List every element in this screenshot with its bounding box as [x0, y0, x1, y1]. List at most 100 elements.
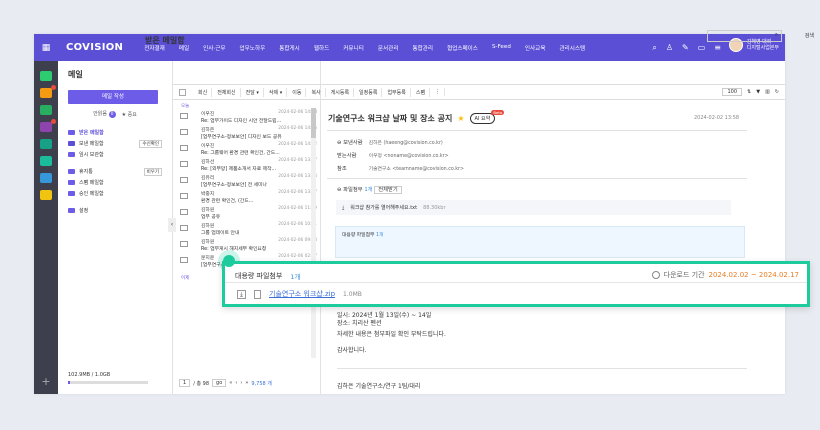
storage-usage: 102.9MB / 1.0GB: [68, 372, 148, 384]
mail-settings[interactable]: 설정: [58, 206, 172, 215]
page-size-select[interactable]: 100: [722, 88, 742, 96]
nav-item[interactable]: 문서관리: [371, 44, 406, 52]
list-scrollbar[interactable]: [311, 108, 316, 358]
main-nav: 전자결재 메일 인사·근무 업무노하우 통합게시 웹하드 커뮤니티 문서관리 통…: [137, 44, 592, 52]
folder-spam[interactable]: 스팸 메일함: [58, 178, 172, 187]
reply-button[interactable]: 회신: [194, 87, 213, 97]
pen-icon[interactable]: ✎: [682, 43, 689, 52]
task-button[interactable]: 업무등록: [383, 87, 411, 97]
forward-button[interactable]: 전달 ▾: [242, 87, 264, 97]
spam-button[interactable]: 스팸: [412, 87, 431, 97]
folder-inbox[interactable]: 받은 메일함: [58, 128, 172, 137]
nav-item[interactable]: 통합관리: [405, 44, 440, 52]
cc-row: 참조 기술연구소 <teamname@covision.co.kr>: [337, 166, 464, 172]
app-grid-icon[interactable]: ▦: [34, 43, 58, 53]
gear-icon: [68, 208, 75, 213]
mail-list-row[interactable]: 김하원 2024-02-06 11:09 업무 공유: [173, 205, 321, 221]
folder-approval[interactable]: 승인 메일함: [58, 189, 172, 198]
unread-count: 0: [108, 111, 116, 118]
bell-icon[interactable]: [40, 85, 56, 98]
cc-value: 기술연구소 <teamname@covision.co.kr>: [368, 167, 464, 172]
download-all-button[interactable]: 전체받기: [374, 186, 402, 194]
logo[interactable]: COVISION: [66, 42, 123, 53]
first-page-icon[interactable]: «: [229, 380, 232, 386]
mail-list-row[interactable]: 김하선 2024-02-06 13:57 Re: [외부망] 제품소개서 자료 제작…: [173, 157, 321, 173]
nav-item[interactable]: 업무노하우: [233, 44, 273, 52]
nav-item[interactable]: 인사·근무: [196, 44, 232, 52]
mail-list-row[interactable]: 박중지 2024-02-06 13:07 환경 관련 확인건, (간드...: [173, 189, 321, 205]
receiver-value: 이우정 <noname@covision.co.kr>: [368, 154, 449, 159]
user-icon[interactable]: ♙: [666, 43, 673, 52]
user-dept: 디지털사업본부: [746, 45, 779, 51]
move-button[interactable]: 이동: [288, 87, 307, 97]
more-button[interactable]: ⋮: [431, 88, 446, 96]
download-period: 2024.02.02 ~ 2024.02.17: [708, 271, 799, 279]
menu-icon[interactable]: ≡: [714, 43, 721, 52]
download-icon[interactable]: ⤓: [237, 289, 246, 299]
nav-item[interactable]: 관리시스템: [552, 44, 592, 52]
nav-item[interactable]: 통합게시: [272, 44, 307, 52]
layout-icon[interactable]: ▥: [765, 89, 770, 95]
nav-item[interactable]: S-Feed: [485, 44, 518, 52]
mail-app-icon[interactable]: [40, 71, 52, 81]
bulk-file-size: 1.0MB: [343, 290, 362, 298]
search-icon[interactable]: ⌕: [652, 43, 656, 53]
add-icon[interactable]: +: [34, 375, 58, 388]
next-page-icon[interactable]: ›: [240, 380, 242, 386]
envelope-icon: [180, 113, 188, 119]
mail-list-row[interactable]: 김하은 2024-02-06 14:05 [업무연구소-정보보안] 디자인 보드 공…: [173, 125, 321, 141]
schedule-button[interactable]: 일정등록: [355, 87, 383, 97]
write-mail-button[interactable]: 메일 작성: [68, 90, 158, 104]
nav-item[interactable]: 커뮤니티: [336, 44, 371, 52]
last-page-icon[interactable]: »: [245, 380, 248, 386]
row-subject: [업무연구소-정보보안] 전 세미나: [201, 183, 267, 188]
window-icon[interactable]: ▭: [698, 43, 706, 52]
search-option-select[interactable]: 검색: [805, 32, 814, 39]
mail-list-row[interactable]: 김유리 2024-02-06 13:24 [업무연구소-정보보안] 전 세미나: [173, 173, 321, 189]
signature: 김하은 기술연구소/연구 1팀/대리: [337, 383, 421, 390]
envelope-icon: [180, 209, 188, 215]
approval-app-icon[interactable]: [40, 119, 56, 132]
ai-summary-button[interactable]: AI 요약 Beta: [469, 110, 505, 124]
collapse-toggle[interactable]: ‹: [168, 218, 176, 232]
post-button[interactable]: 게시등록: [327, 87, 355, 97]
sort-icon[interactable]: ⇅: [747, 89, 751, 95]
nav-item[interactable]: 웹하드: [307, 44, 336, 52]
folder-sent[interactable]: 보낸 메일함 수신확인: [58, 139, 172, 148]
sidebar-title: 메일: [68, 70, 83, 79]
row-subject: 그룹 업데이트 안내: [201, 231, 240, 236]
unread-filter[interactable]: 안읽음 0: [93, 110, 116, 118]
row-sender: 김하원: [201, 224, 215, 229]
mail-list-row[interactable]: 이우진 2024-02-06 14:02 Re: 그룹웨어 환경 관련 확인건, 간…: [173, 141, 321, 157]
envelope-icon: [180, 129, 188, 135]
mail-list-row[interactable]: 김하원 2024-02-06 10:51 그룹 업데이트 안내: [173, 221, 321, 237]
attachment-item[interactable]: ⤓ 워크샵 참가를 열어해주세요.txt 88.30kbr: [336, 200, 731, 215]
delete-button[interactable]: 삭제 ▾: [265, 87, 288, 97]
receiver-row: 받는사람 이우정 <noname@covision.co.kr>: [337, 153, 449, 159]
star-icon[interactable]: ★: [457, 114, 464, 123]
mail-list-row[interactable]: 김하원 2024-02-06 09:28 Re: 업무게시 해지세부 확인요청: [173, 237, 321, 253]
prev-page-icon[interactable]: ‹: [235, 380, 237, 386]
calendar-app-icon[interactable]: [40, 190, 52, 200]
row-subject: Re: [외부망] 제품소개서 자료 제작...: [201, 167, 277, 172]
refresh-icon[interactable]: ↻: [775, 89, 779, 95]
page-input[interactable]: 1: [179, 379, 191, 387]
filter-icon[interactable]: ▼: [756, 89, 760, 95]
mail-list-row[interactable]: 이우진 2024-02-06 14:28 Re: 업무가이드 디자인 시안 전달드립…: [173, 109, 321, 125]
envelope-icon: [180, 145, 188, 151]
reply-all-button[interactable]: 전체회신: [213, 87, 241, 97]
nav-item[interactable]: 협업스페이스: [440, 44, 485, 52]
folder-drafts[interactable]: 임시 보관함: [58, 150, 172, 159]
copy-button[interactable]: 복사: [307, 87, 326, 97]
important-filter[interactable]: ★ 중요: [122, 111, 137, 118]
select-all-checkbox[interactable]: [179, 88, 186, 96]
nav-item[interactable]: 인사교육: [518, 44, 553, 52]
board-app-icon[interactable]: [40, 105, 52, 115]
people-app-icon[interactable]: [40, 173, 52, 183]
folder-trash[interactable]: 휴지통 비우기: [58, 167, 172, 176]
drive-app-icon[interactable]: [40, 156, 52, 166]
search-input[interactable]: ⌕: [707, 30, 782, 42]
bulk-file-link[interactable]: 기술연구소 워크샵.zip: [269, 289, 335, 299]
go-button[interactable]: go: [212, 379, 227, 387]
note-app-icon[interactable]: [40, 139, 52, 149]
